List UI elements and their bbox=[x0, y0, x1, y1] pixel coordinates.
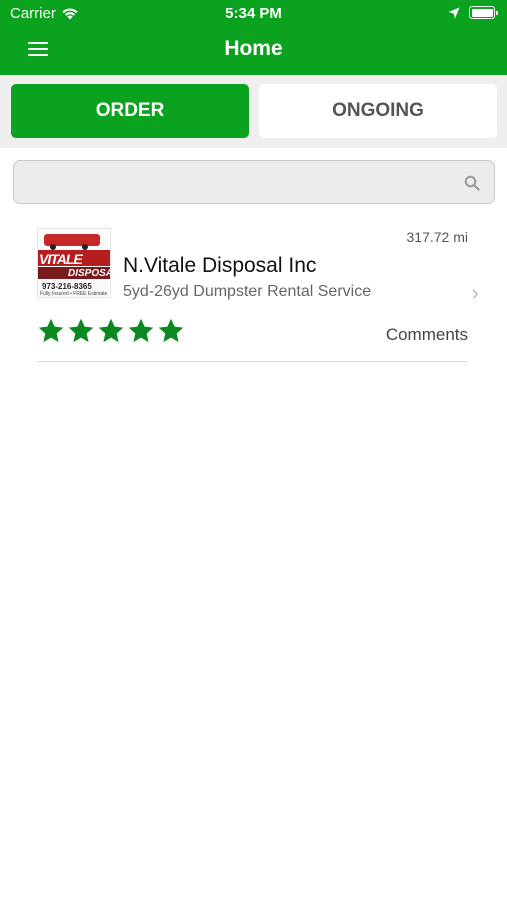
search-bar bbox=[13, 160, 495, 204]
star-icon bbox=[68, 318, 94, 343]
navigation-bar: Carrier 5:34 PM Home bbox=[0, 0, 507, 75]
segmented-tabs: ORDER ONGOING bbox=[0, 75, 507, 148]
company-name: N.Vitale Disposal Inc bbox=[123, 254, 317, 277]
page-title: Home bbox=[224, 37, 283, 60]
search-input[interactable] bbox=[24, 161, 464, 203]
list-item[interactable]: VITALE DISPOSAL 973-216-8365 Fully Insur… bbox=[37, 225, 479, 362]
comments-link[interactable]: Comments bbox=[386, 325, 468, 345]
company-logo: VITALE DISPOSAL 973-216-8365 Fully Insur… bbox=[37, 228, 111, 298]
battery-icon bbox=[469, 6, 498, 19]
tab-order[interactable]: ORDER bbox=[11, 84, 249, 138]
location-arrow-icon bbox=[448, 7, 460, 18]
star-icon bbox=[128, 318, 154, 343]
search-icon[interactable] bbox=[464, 175, 480, 191]
star-icon bbox=[38, 318, 64, 343]
tab-ongoing[interactable]: ONGOING bbox=[259, 84, 497, 138]
distance-label: 317.72 mi bbox=[406, 229, 468, 245]
app-screen: Carrier 5:34 PM Home ORDER ONGOING VITAL… bbox=[0, 0, 507, 900]
status-time: 5:34 PM bbox=[225, 5, 282, 22]
star-icon bbox=[98, 318, 124, 343]
chevron-right-icon: › bbox=[471, 280, 479, 305]
service-description: 5yd-26yd Dumpster Rental Service bbox=[123, 283, 372, 300]
status-right bbox=[448, 6, 498, 19]
star-icon bbox=[158, 318, 184, 343]
star-rating bbox=[37, 317, 185, 345]
status-bar: Carrier 5:34 PM bbox=[0, 0, 507, 28]
